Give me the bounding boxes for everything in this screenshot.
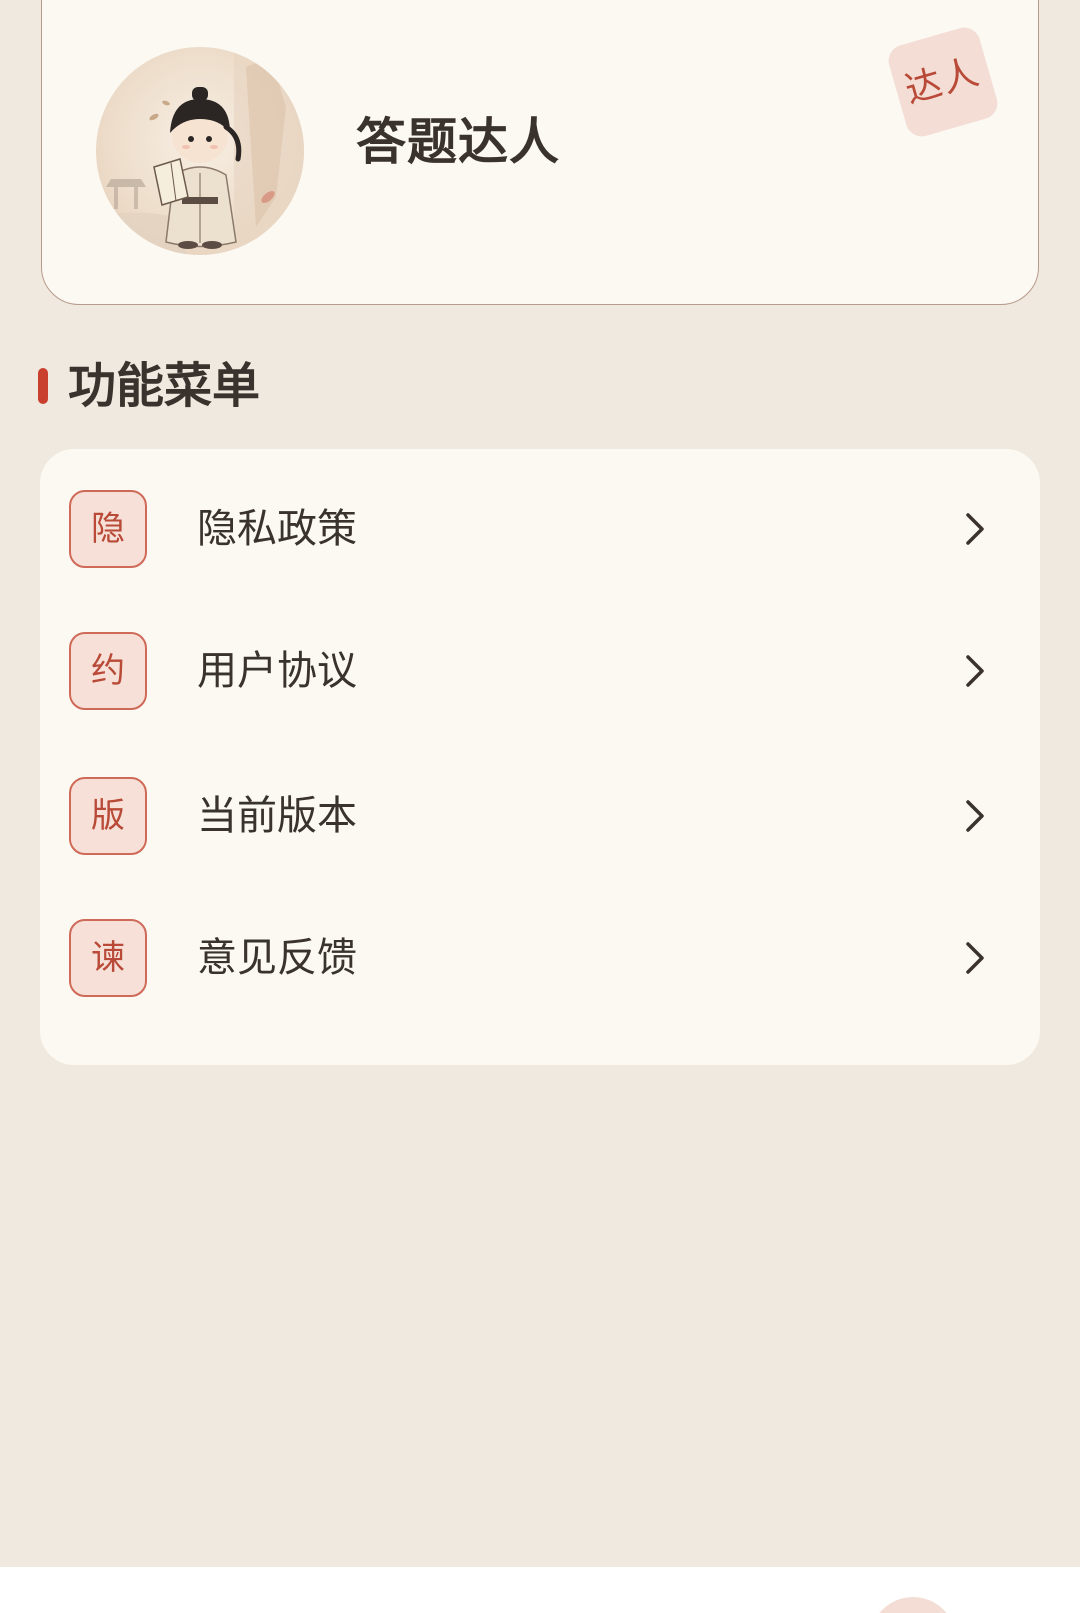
agreement-icon-char: 约 bbox=[91, 651, 125, 691]
menu-item-user-agreement[interactable]: 约 用户协议 bbox=[40, 611, 1040, 731]
chevron-right-icon bbox=[960, 796, 990, 836]
chevron-right-icon bbox=[960, 938, 990, 978]
section-header: 功能菜单 bbox=[38, 358, 260, 414]
version-icon-char: 版 bbox=[91, 796, 125, 836]
menu-item-privacy-policy[interactable]: 隐 隐私政策 bbox=[40, 469, 1040, 589]
scholar-avatar-illustration bbox=[96, 47, 304, 255]
section-title: 功能菜单 bbox=[68, 358, 261, 414]
menu-item-label: 隐私政策 bbox=[197, 506, 357, 552]
section-accent-bar bbox=[38, 368, 48, 404]
feedback-icon: 谏 bbox=[69, 919, 147, 997]
privacy-icon: 隐 bbox=[69, 490, 147, 568]
badge-stamp: 达人 bbox=[884, 23, 1002, 141]
profile-name: 答题达人 bbox=[356, 113, 560, 171]
badge-text: 达人 bbox=[900, 51, 986, 112]
menu-item-current-version[interactable]: 版 当前版本 bbox=[40, 756, 1040, 876]
agreement-icon: 约 bbox=[69, 632, 147, 710]
bottom-tab-bar bbox=[0, 1567, 1080, 1613]
chevron-right-icon bbox=[960, 509, 990, 549]
privacy-icon-char: 隐 bbox=[91, 509, 125, 549]
menu-card: 隐 隐私政策 约 用户协议 版 当前版本 谏 意见反馈 bbox=[40, 449, 1040, 1065]
menu-item-label: 当前版本 bbox=[197, 793, 357, 839]
profile-card: 答题达人 达人 bbox=[41, 0, 1039, 305]
menu-item-label: 用户协议 bbox=[197, 648, 357, 694]
menu-item-label: 意见反馈 bbox=[197, 935, 357, 981]
version-icon: 版 bbox=[69, 777, 147, 855]
feedback-icon-char: 谏 bbox=[91, 938, 125, 978]
menu-item-feedback[interactable]: 谏 意见反馈 bbox=[40, 898, 1040, 1018]
tab-profile-bubble[interactable] bbox=[870, 1597, 956, 1613]
chevron-right-icon bbox=[960, 651, 990, 691]
avatar[interactable] bbox=[96, 47, 304, 255]
